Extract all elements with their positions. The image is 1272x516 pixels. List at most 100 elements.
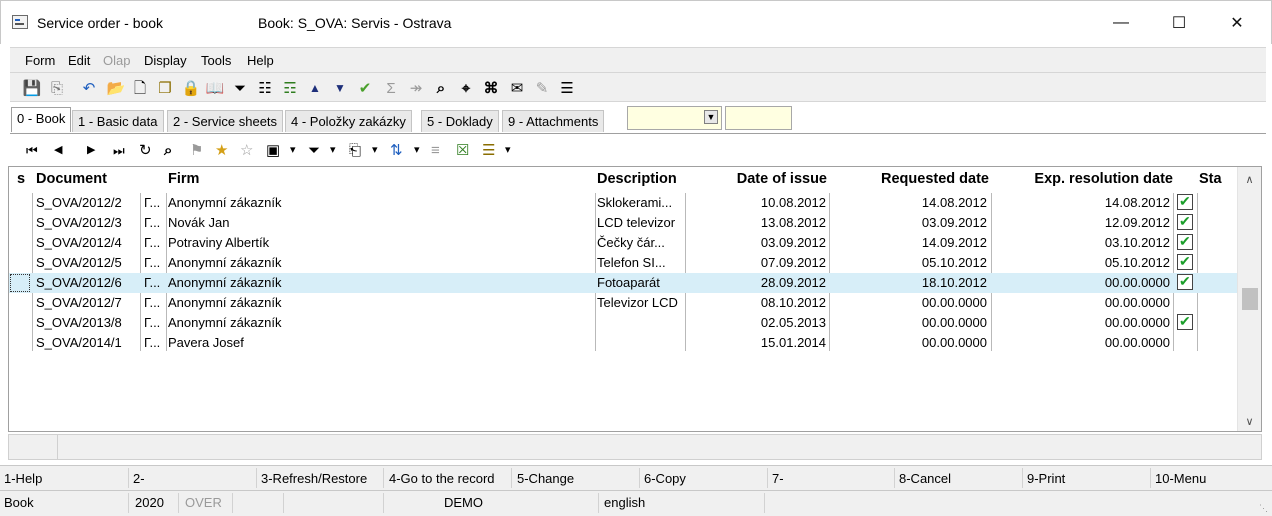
checkbox-checked-icon[interactable] — [1177, 273, 1193, 290]
arrow-up-icon[interactable]: ▲ — [305, 78, 325, 98]
last-record-icon[interactable]: ⏭ — [113, 141, 125, 159]
checkbox-checked-icon[interactable] — [1177, 313, 1193, 330]
table-row[interactable]: S_OVA/2012/6 Г... Anonymní zákazník Fotoapa… — [9, 273, 1237, 293]
fkey-change[interactable]: 5-Change — [517, 471, 574, 486]
remove-star-icon[interactable]: ☆ — [240, 141, 253, 159]
table-row[interactable]: S_OVA/2012/5 Г... Anonymní zákazník Telefon… — [9, 253, 1237, 273]
next-record-icon[interactable]: ▶ — [87, 141, 95, 159]
fkey-copy[interactable]: 6-Copy — [644, 471, 686, 486]
tab-book[interactable]: 0 - Book — [11, 107, 72, 132]
column-header-date-of-issue[interactable]: Date of issue — [687, 171, 827, 187]
tab-service-sheets[interactable]: 2 - Service sheets — [167, 110, 284, 132]
tree-icon[interactable]: ≡ — [431, 141, 440, 159]
find-replace-icon[interactable]: ⌘ — [481, 78, 501, 98]
maximize-button[interactable]: ☐ — [1156, 7, 1202, 39]
chevron-down-icon[interactable]: ▼ — [704, 110, 718, 124]
book-icon[interactable]: 📖 — [205, 78, 225, 98]
tab-attachments[interactable]: 9 - Attachments — [502, 110, 605, 132]
stack-icon[interactable]: ☶ — [280, 78, 300, 98]
tab-polozky-zakazky[interactable]: 4 - Položky zakázky — [285, 110, 412, 132]
find-icon[interactable]: ⌕ — [431, 78, 451, 98]
checkbox-checked-icon[interactable] — [1177, 233, 1193, 250]
bookmark-icon[interactable]: ⚑ — [190, 141, 203, 159]
filter-icon[interactable]: ⏷ — [230, 78, 250, 98]
export-icon[interactable]: ⎗ — [349, 141, 361, 159]
refresh-icon[interactable]: ↻ — [139, 141, 152, 159]
report-dropdown-icon[interactable]: ▾ — [505, 141, 511, 159]
fkey-print[interactable]: 9-Print — [1027, 471, 1065, 486]
table-row[interactable]: S_OVA/2014/1 Г... Pavera Josef 15.01.2014 00… — [9, 333, 1237, 353]
column-header-document[interactable]: Document — [36, 171, 141, 187]
table-row[interactable]: S_OVA/2012/2 Г... Anonymní zákazník Skloker… — [9, 193, 1237, 213]
table-row[interactable]: S_OVA/2012/3 Г... Novák Jan LCD televizor 13… — [9, 213, 1237, 233]
filter-input[interactable] — [725, 106, 792, 130]
lock-icon[interactable]: 🔒 — [181, 78, 201, 98]
undo-icon[interactable]: ↶ — [79, 78, 99, 98]
hamburger-menu-icon[interactable]: ☰ — [557, 78, 577, 98]
mail-icon[interactable]: ✉ — [507, 78, 527, 98]
excel-icon[interactable]: ☒ — [456, 141, 469, 159]
scroll-down-icon[interactable]: ∨ — [1238, 411, 1261, 431]
column-header-status[interactable]: Sta — [1199, 171, 1235, 187]
search-icon[interactable]: ⌕ — [164, 141, 172, 159]
menu-display[interactable]: Display — [144, 53, 187, 68]
fkey-help[interactable]: 1-Help — [4, 471, 42, 486]
save-icon[interactable]: 💾 — [22, 78, 42, 98]
fkey-cancel[interactable]: 8-Cancel — [899, 471, 951, 486]
edit-form-icon[interactable]: ✎ — [532, 78, 552, 98]
menu-olap[interactable]: Olap — [103, 53, 130, 68]
filter-select[interactable]: ▼ — [627, 106, 722, 130]
vertical-scrollbar[interactable]: ∧ ∨ — [1237, 167, 1261, 431]
sort-icon[interactable]: ⇅ — [390, 141, 403, 159]
minimize-button[interactable]: — — [1098, 7, 1144, 39]
table-row[interactable]: S_OVA/2013/8 Г... Anonymní zákazník 02.05.2… — [9, 313, 1237, 333]
fkey-refresh-restore[interactable]: 3-Refresh/Restore — [261, 471, 367, 486]
first-record-icon[interactable]: ⏮ — [26, 141, 38, 159]
column-header-firm[interactable]: Firm — [168, 171, 593, 187]
copy-document-icon[interactable]: ❐ — [155, 78, 175, 98]
export-dropdown-icon[interactable]: ▾ — [372, 141, 378, 159]
fkey-menu[interactable]: 10-Menu — [1155, 471, 1206, 486]
cell-date-issue: 15.01.2014 — [760, 335, 826, 350]
scrollbar-thumb[interactable] — [1242, 288, 1258, 310]
check-arrow-icon[interactable]: ✔ — [355, 78, 375, 98]
menu-help[interactable]: Help — [247, 53, 274, 68]
save-as-icon[interactable]: ⎘ — [47, 78, 67, 98]
column-header-requested-date[interactable]: Requested date — [831, 171, 989, 187]
sum-arrow-icon[interactable]: ↠ — [406, 78, 426, 98]
checkbox-checked-icon[interactable] — [1177, 213, 1193, 230]
arrow-down-icon[interactable]: ▼ — [330, 78, 350, 98]
menu-form[interactable]: Form — [25, 53, 55, 68]
tab-basic-data[interactable]: 1 - Basic data — [72, 110, 164, 132]
scroll-up-icon[interactable]: ∧ — [1238, 169, 1261, 189]
camera-dropdown-icon[interactable]: ▾ — [290, 141, 296, 159]
checkbox-checked-icon[interactable] — [1177, 193, 1193, 210]
filter-dropdown-icon[interactable]: ▾ — [330, 141, 336, 159]
fkey-2[interactable]: 2- — [133, 471, 145, 486]
sum-icon[interactable]: Σ — [381, 78, 401, 98]
column-header-description[interactable]: Description — [597, 171, 685, 187]
sort-dropdown-icon[interactable]: ▾ — [414, 141, 420, 159]
tab-doklady[interactable]: 5 - Doklady — [421, 110, 499, 132]
close-button[interactable]: ✕ — [1214, 7, 1260, 39]
menu-edit[interactable]: Edit — [68, 53, 90, 68]
table-row[interactable]: S_OVA/2012/4 Г... Potraviny Albertík Čečky … — [9, 233, 1237, 253]
resize-grip-icon[interactable]: ⋱ — [1259, 503, 1269, 513]
fkey-go-to-record[interactable]: 4-Go to the record — [389, 471, 495, 486]
open-folder-icon[interactable]: 📂 — [106, 78, 126, 98]
add-star-icon[interactable]: ★ — [215, 141, 228, 159]
find-next-icon[interactable]: ⌖ — [456, 78, 476, 98]
camera-icon[interactable]: ▣ — [266, 141, 280, 159]
fkey-7[interactable]: 7- — [772, 471, 784, 486]
filter-document-icon[interactable]: ☷ — [255, 78, 275, 98]
previous-record-icon[interactable]: ◀ — [54, 141, 62, 159]
new-document-icon[interactable]: 🗋 — [130, 78, 150, 98]
filter-icon[interactable]: ⏷ — [308, 141, 320, 159]
table-row[interactable]: S_OVA/2012/7 Г... Anonymní zákazník Televiz… — [9, 293, 1237, 313]
cell-firm: Potraviny Albertík — [168, 235, 270, 250]
menu-tools[interactable]: Tools — [201, 53, 231, 68]
checkbox-checked-icon[interactable] — [1177, 253, 1193, 270]
report-icon[interactable]: ☰ — [482, 141, 495, 159]
column-header-s[interactable]: s — [17, 171, 31, 187]
column-header-exp-resolution-date[interactable]: Exp. resolution date — [993, 171, 1173, 187]
